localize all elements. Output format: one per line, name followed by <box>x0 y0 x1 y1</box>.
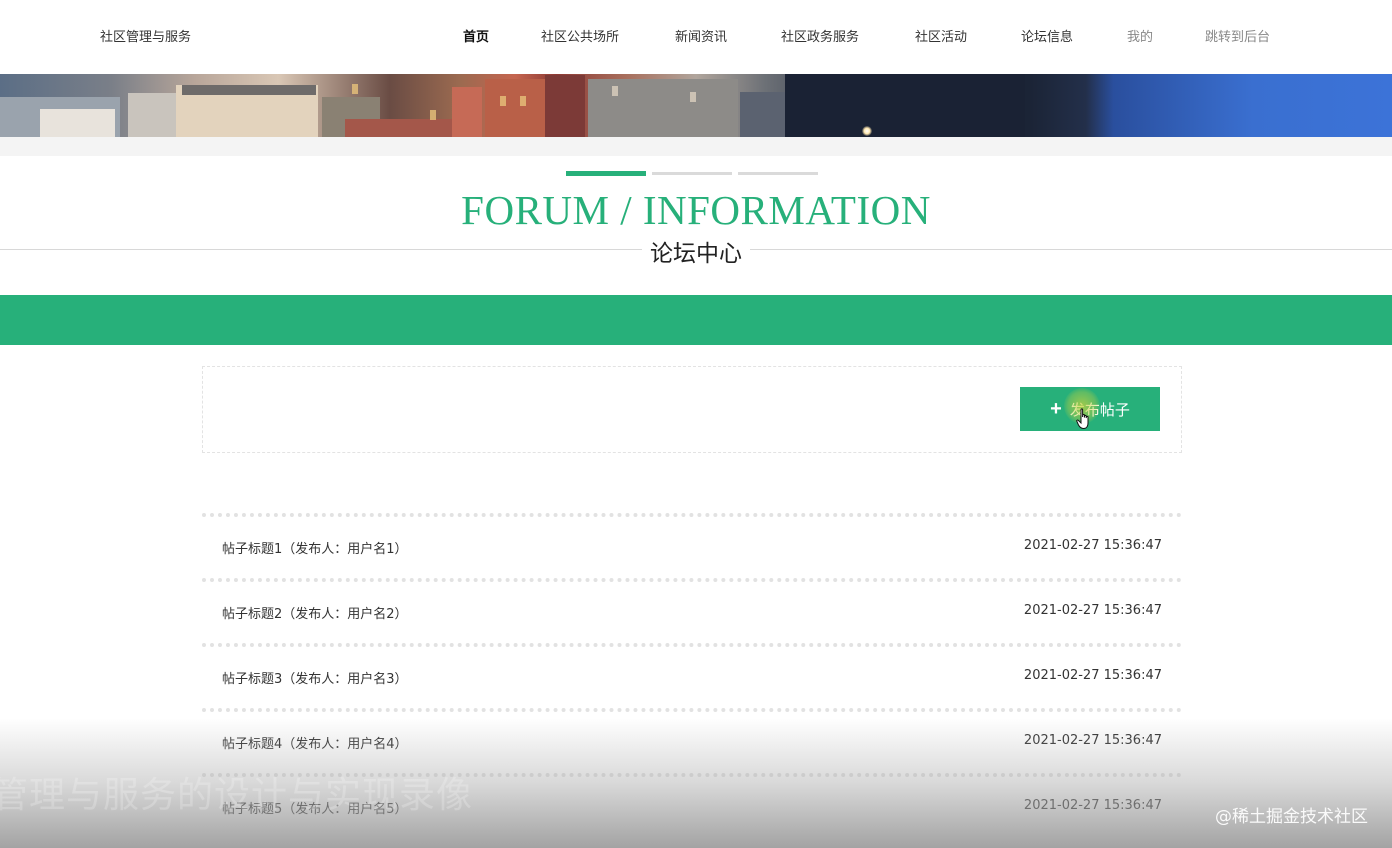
post-time: 2021-02-27 15:36:47 <box>1023 538 1162 553</box>
post-time: 2021-02-27 15:36:47 <box>1023 668 1162 683</box>
indicator-inactive <box>652 172 732 175</box>
page: 社区管理与服务 首页 社区公共场所 新闻资讯 社区政务服务 社区活动 论坛信息 … <box>0 0 1392 848</box>
post-title[interactable]: 帖子标题5（发布人：用户名5） <box>222 798 408 817</box>
banner-underline-strip <box>0 137 1392 156</box>
section-title-cn: 论坛中心 <box>642 234 750 268</box>
main-nav: 首页 社区公共场所 新闻资讯 社区政务服务 社区活动 论坛信息 我的 跳转到后台 <box>0 26 1392 46</box>
plus-icon: + <box>1050 398 1062 420</box>
post-list: 帖子标题1（发布人：用户名1） 2021-02-27 15:36:47 帖子标题… <box>202 513 1182 838</box>
street-lamp-light <box>862 126 872 136</box>
hand-cursor-icon <box>1076 408 1089 430</box>
post-time: 2021-02-27 15:36:47 <box>1023 798 1162 813</box>
list-item[interactable]: 帖子标题3（发布人：用户名3） 2021-02-27 15:36:47 <box>202 643 1182 708</box>
section-title-cn-wrap: 论坛中心 <box>0 234 1392 268</box>
list-item[interactable]: 帖子标题1（发布人：用户名1） 2021-02-27 15:36:47 <box>202 513 1182 578</box>
section-title-en: FORUM / INFORMATION <box>461 187 931 233</box>
banner-image <box>0 74 1392 137</box>
action-panel: + 发布帖子 <box>202 366 1182 453</box>
indicator-active <box>566 171 646 176</box>
post-title[interactable]: 帖子标题4（发布人：用户名4） <box>222 733 408 752</box>
nav-item-mine[interactable]: 我的 <box>1127 26 1153 45</box>
green-band <box>0 295 1392 345</box>
post-title[interactable]: 帖子标题2（发布人：用户名2） <box>222 603 408 622</box>
indicator-inactive <box>738 172 818 175</box>
list-item[interactable]: 帖子标题2（发布人：用户名2） 2021-02-27 15:36:47 <box>202 578 1182 643</box>
list-item[interactable]: 帖子标题5（发布人：用户名5） 2021-02-27 15:36:47 <box>202 773 1182 838</box>
nav-item-activities[interactable]: 社区活动 <box>915 26 967 45</box>
section-indicator <box>566 171 826 176</box>
nav-item-forum[interactable]: 论坛信息 <box>1021 26 1073 45</box>
post-title[interactable]: 帖子标题3（发布人：用户名3） <box>222 668 408 687</box>
nav-item-gov-services[interactable]: 社区政务服务 <box>781 26 859 45</box>
post-title[interactable]: 帖子标题1（发布人：用户名1） <box>222 538 408 557</box>
post-time: 2021-02-27 15:36:47 <box>1023 733 1162 748</box>
top-header: 社区管理与服务 首页 社区公共场所 新闻资讯 社区政务服务 社区活动 论坛信息 … <box>0 0 1392 74</box>
nav-item-admin[interactable]: 跳转到后台 <box>1205 26 1270 45</box>
list-item[interactable]: 帖子标题4（发布人：用户名4） 2021-02-27 15:36:47 <box>202 708 1182 773</box>
nav-item-public-places[interactable]: 社区公共场所 <box>541 26 619 45</box>
post-time: 2021-02-27 15:36:47 <box>1023 603 1162 618</box>
watermark: @稀土掘金技术社区 <box>1215 807 1368 827</box>
nav-item-home[interactable]: 首页 <box>463 26 489 45</box>
nav-item-news[interactable]: 新闻资讯 <box>675 26 727 45</box>
